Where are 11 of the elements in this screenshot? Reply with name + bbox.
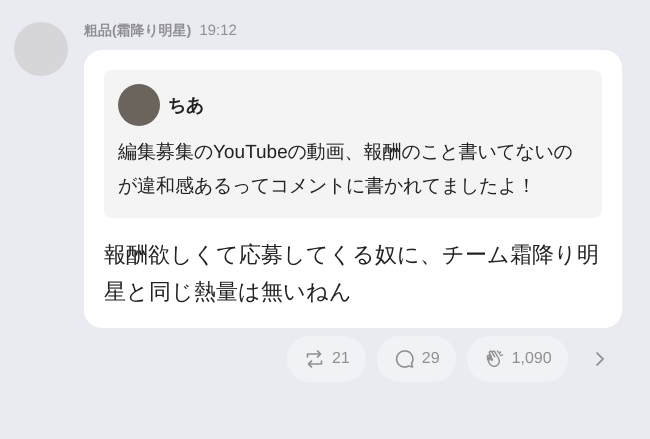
quoted-author: ちあ	[168, 94, 204, 116]
author-name[interactable]: 粗品(霜降り明星)	[84, 20, 192, 41]
clap-button[interactable]: 1,090	[466, 336, 568, 382]
post-time: 19:12	[199, 21, 237, 41]
repost-button[interactable]: 21	[287, 336, 366, 382]
message-text: 報酬欲しくて応募してくる奴に、チーム霜降り明星と同じ熱量は無いねん	[104, 241, 600, 306]
avatar-placeholder	[118, 84, 160, 126]
chevron-right-icon[interactable]	[594, 351, 605, 367]
comment-button[interactable]: 29	[376, 336, 456, 382]
quoted-post[interactable]: ちあ 編集募集のYouTubeの動画、報酬のこと書いてないのが違和感あるってコメントに書かれてましたよ！	[104, 70, 602, 218]
quoted-text: 編集募集のYouTubeの動画、報酬のこと書いてないのが違和感あるってコメントに書かれてましたよ！	[118, 141, 574, 199]
